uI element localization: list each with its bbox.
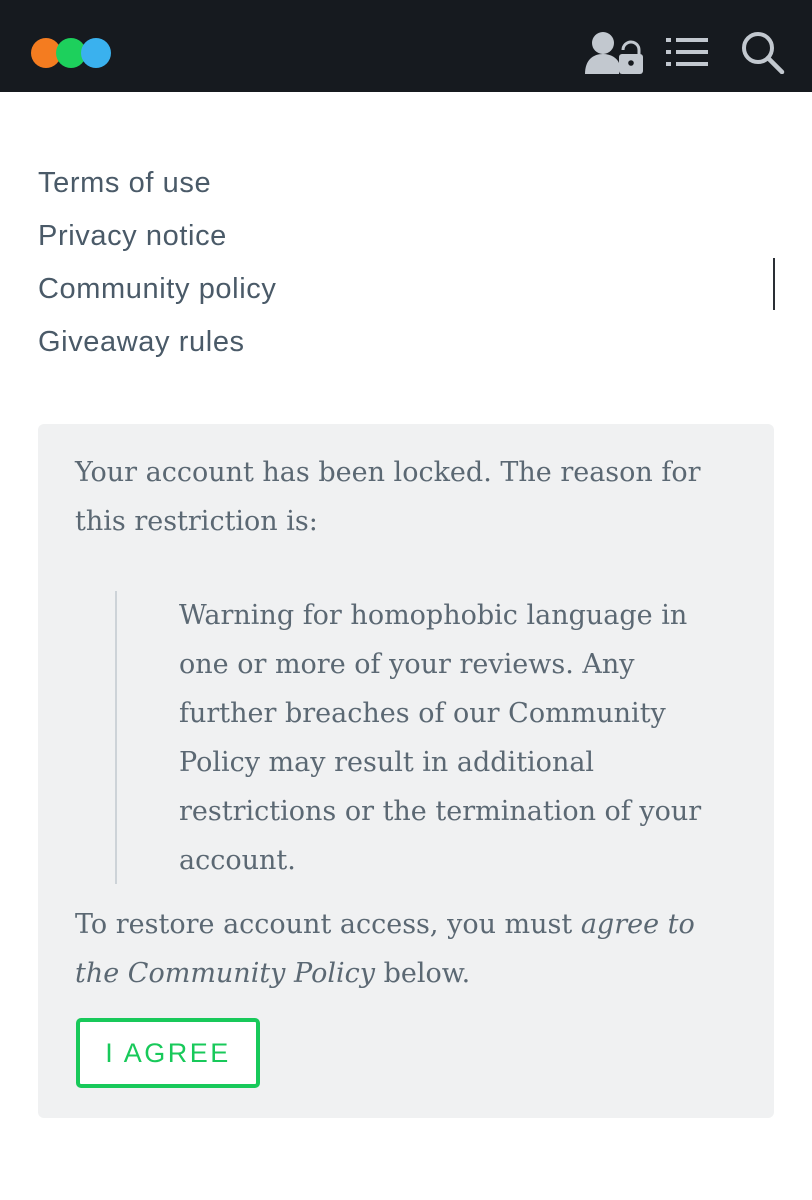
account-lock-icon[interactable] [583,30,643,74]
giveaway-rules-link[interactable]: Giveaway rules [38,316,276,369]
restore-access-text: To restore account access, you must agre… [75,900,735,998]
scroll-indicator [773,258,775,310]
account-locked-notice: Your account has been locked. The reason… [38,424,774,1118]
restore-suffix: below. [375,958,471,989]
community-policy-link[interactable]: Community policy [38,263,276,316]
restriction-reason-text: Warning for homophobic language in one o… [179,600,702,876]
notice-intro-text: Your account has been locked. The reason… [75,457,701,537]
restriction-reason-quote: Warning for homophobic language in one o… [115,591,757,884]
terms-of-use-link[interactable]: Terms of use [38,157,276,210]
brand-logo[interactable] [30,37,112,69]
agree-button[interactable]: I AGREE [76,1018,260,1088]
top-navigation-bar [0,0,812,92]
list-icon[interactable] [664,30,710,74]
privacy-notice-link[interactable]: Privacy notice [38,210,276,263]
footer-link-list: Terms of use Privacy notice Community po… [38,157,276,369]
restore-prefix: To restore account access, you must [75,909,581,940]
search-icon[interactable] [740,30,786,74]
